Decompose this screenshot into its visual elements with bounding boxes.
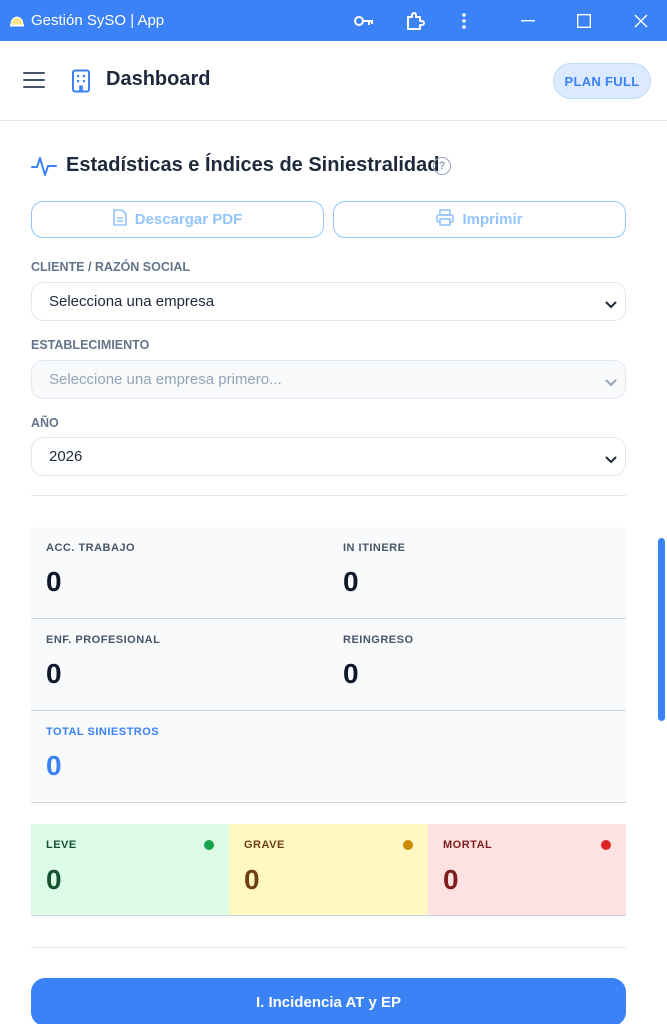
anio-select-value: 2026	[49, 448, 83, 465]
divider	[31, 710, 626, 711]
activity-icon	[31, 153, 57, 184]
chevron-down-icon	[605, 451, 617, 468]
app-header: Dashboard PLAN FULL	[0, 41, 667, 121]
stat-in-itinere-value: 0	[343, 566, 359, 597]
stat-total-value: 0	[46, 750, 62, 781]
help-icon[interactable]: ?	[433, 157, 451, 175]
stat-reingreso-value: 0	[343, 658, 359, 689]
divider	[31, 618, 626, 619]
severity-mortal-label: MORTAL	[443, 839, 493, 851]
stat-reingreso-label: REINGRESO	[343, 634, 414, 646]
cliente-select[interactable]: Selecciona una empresa	[31, 282, 626, 321]
divider	[31, 947, 626, 948]
chevron-down-icon	[605, 296, 617, 313]
app-helmet-icon	[10, 14, 24, 28]
download-pdf-label: Descargar PDF	[134, 211, 243, 228]
stats-panel	[31, 527, 626, 803]
severity-grave-card: GRAVE 0	[229, 824, 428, 916]
severity-grave-value: 0	[244, 864, 260, 895]
severity-leve-label: LEVE	[46, 839, 77, 851]
document-icon	[112, 209, 127, 230]
status-dot-icon	[204, 840, 214, 850]
status-dot-icon	[601, 840, 611, 850]
key-icon[interactable]	[344, 0, 384, 41]
extensions-icon[interactable]	[395, 0, 435, 41]
page-title: Dashboard	[106, 68, 211, 90]
establecimiento-select-value: Seleccione una empresa primero...	[49, 371, 282, 388]
divider	[31, 802, 626, 803]
section-title: Estadísticas e Índices de Siniestralidad	[66, 154, 440, 176]
menu-icon[interactable]	[23, 71, 45, 89]
incidencia-button[interactable]: I. Incidencia AT y EP	[31, 978, 626, 1024]
anio-label: AÑO	[31, 416, 59, 430]
anio-select[interactable]: 2026	[31, 437, 626, 476]
establecimiento-label: ESTABLECIMIENTO	[31, 338, 150, 352]
severity-mortal-value: 0	[443, 864, 459, 895]
download-pdf-button[interactable]: Descargar PDF	[31, 201, 324, 238]
close-icon[interactable]	[621, 0, 661, 41]
divider	[31, 495, 626, 496]
more-options-icon[interactable]	[444, 0, 484, 41]
printer-icon	[436, 209, 455, 230]
cliente-label: CLIENTE / RAZÓN SOCIAL	[31, 260, 191, 274]
stat-acc-trabajo-label: ACC. TRABAJO	[46, 542, 136, 554]
scrollbar-thumb[interactable]	[658, 538, 665, 721]
stat-acc-trabajo-value: 0	[46, 566, 62, 597]
severity-leve-value: 0	[46, 864, 62, 895]
building-icon	[71, 69, 91, 98]
plan-badge[interactable]: PLAN FULL	[553, 63, 651, 99]
stat-enf-profesional-label: ENF. PROFESIONAL	[46, 634, 161, 646]
window-titlebar: Gestión SySO | App	[0, 0, 667, 41]
stat-enf-profesional-value: 0	[46, 658, 62, 689]
chevron-down-icon	[605, 374, 617, 391]
cliente-select-value: Selecciona una empresa	[49, 293, 215, 310]
stat-in-itinere-label: IN ITINERE	[343, 542, 406, 554]
severity-grave-label: GRAVE	[244, 839, 285, 851]
status-dot-icon	[403, 840, 413, 850]
print-label: Imprimir	[462, 211, 523, 228]
establecimiento-select[interactable]: Seleccione una empresa primero...	[31, 360, 626, 399]
minimize-icon[interactable]	[508, 0, 548, 41]
window-title: Gestión SySO | App	[31, 12, 165, 29]
stat-total-label: TOTAL SINIESTROS	[46, 726, 160, 738]
maximize-icon[interactable]	[564, 0, 604, 41]
print-button[interactable]: Imprimir	[333, 201, 626, 238]
severity-mortal-card: MORTAL 0	[428, 824, 626, 916]
severity-leve-card: LEVE 0	[31, 824, 229, 916]
